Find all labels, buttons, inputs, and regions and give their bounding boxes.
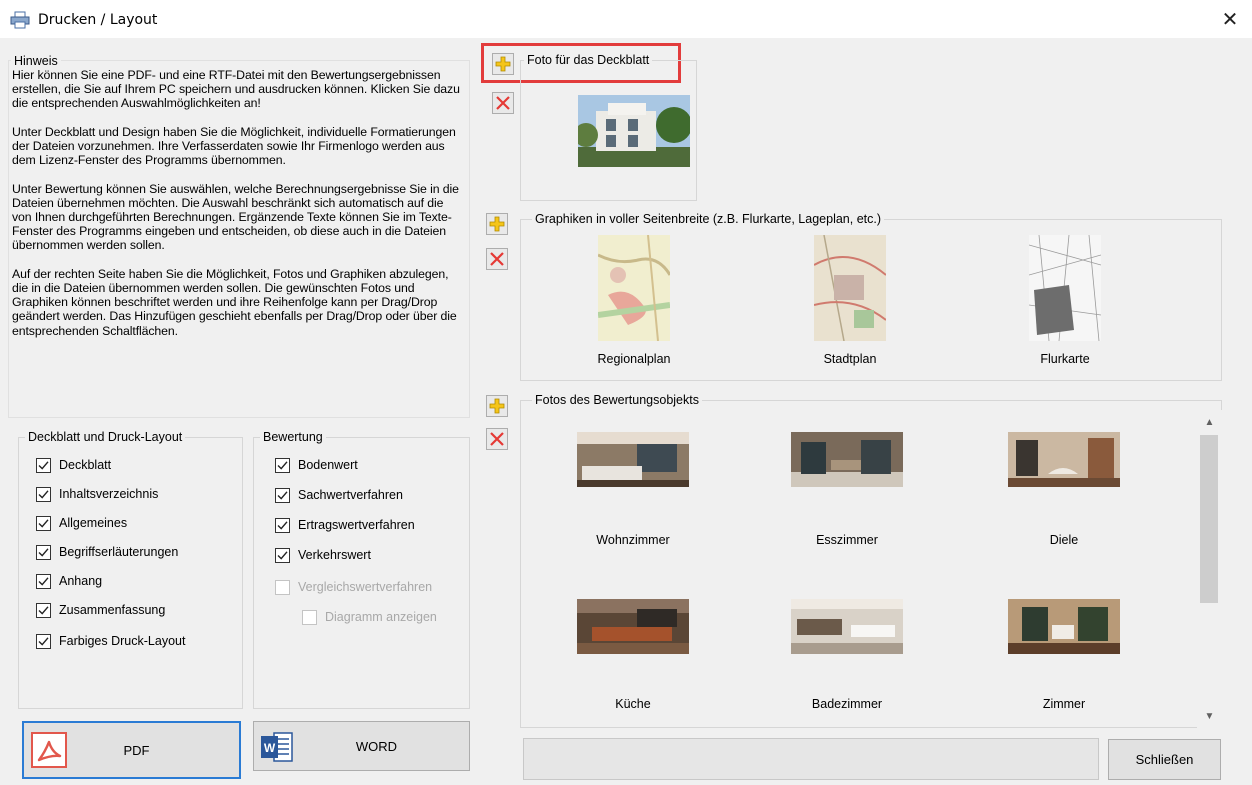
photo-esszimmer-thumbnail[interactable] [791, 432, 903, 487]
cover-photo-thumbnail[interactable] [578, 95, 690, 167]
hint-paragraph-2: Unter Deckblatt und Design haben Sie die… [12, 124, 456, 168]
printer-icon [10, 11, 30, 29]
checkbox-label: Diagramm anzeigen [325, 610, 437, 624]
window-title: Drucken / Layout [38, 12, 158, 28]
checkbox-box[interactable] [36, 602, 51, 618]
delete-icon [490, 252, 504, 266]
delete-icon [496, 96, 510, 110]
add-cover-photo-button[interactable] [492, 53, 514, 75]
checkbox-box[interactable] [36, 515, 51, 531]
checkbox-label: Verkehrswert [298, 548, 371, 562]
regionalplan-thumbnail[interactable] [598, 235, 670, 341]
add-graphic-button[interactable] [486, 213, 508, 235]
graphic-caption-flurkarte[interactable]: Flurkarte [1005, 352, 1125, 366]
remove-graphic-button[interactable] [486, 248, 508, 270]
checkbox-deckblatt[interactable]: Deckblatt [36, 455, 111, 475]
checkbox-box[interactable] [275, 487, 290, 503]
status-field [523, 738, 1099, 780]
checkbox-verkehrswert[interactable]: Verkehrswert [275, 545, 371, 565]
checkbox-ertragswertverfahren[interactable]: Ertragswertverfahren [275, 515, 415, 535]
photo-wohnzimmer-thumbnail[interactable] [577, 432, 689, 487]
checkbox-box[interactable] [36, 633, 51, 649]
delete-icon [490, 432, 504, 446]
checkbox-label: Allgemeines [59, 516, 128, 530]
photo-kueche-thumbnail[interactable] [577, 599, 689, 654]
checkbox-box [275, 579, 290, 595]
close-icon[interactable]: ✕ [1216, 8, 1244, 32]
checkbox-box[interactable] [275, 457, 290, 473]
photo-caption-diele[interactable]: Diele [1004, 533, 1124, 547]
stadtplan-thumbnail[interactable] [814, 235, 886, 341]
hint-label: Hinweis [11, 54, 61, 69]
checkbox-begriffserlaeuterungen[interactable]: Begriffserläuterungen [36, 542, 178, 562]
photo-badezimmer-thumbnail[interactable] [791, 599, 903, 654]
svg-text:W: W [264, 741, 276, 755]
graphic-caption-stadtplan[interactable]: Stadtplan [790, 352, 910, 366]
photo-zimmer-thumbnail[interactable] [1008, 599, 1120, 654]
checkbox-label: Sachwertverfahren [298, 488, 403, 502]
checkbox-sachwertverfahren[interactable]: Sachwertverfahren [275, 485, 403, 505]
close-button[interactable]: Schließen [1108, 739, 1221, 780]
photos-scrollbar[interactable]: ▲ ▼ [1197, 410, 1222, 730]
flurkarte-thumbnail[interactable] [1029, 235, 1101, 341]
pdf-button-label: PDF [123, 742, 150, 758]
checkbox-anhang[interactable]: Anhang [36, 571, 102, 591]
checkbox-inhaltsverzeichnis[interactable]: Inhaltsverzeichnis [36, 484, 158, 504]
checkbox-label: Vergleichswertverfahren [298, 580, 433, 594]
scroll-down-icon[interactable]: ▼ [1197, 706, 1222, 728]
checkbox-label: Farbiges Druck-Layout [59, 634, 186, 648]
hint-text: Hier können Sie eine PDF- und eine RTF-D… [12, 68, 464, 352]
graphic-caption-regionalplan[interactable]: Regionalplan [574, 352, 694, 366]
word-button-label: WORD [355, 738, 398, 754]
checkbox-box[interactable] [275, 517, 290, 533]
checkbox-box[interactable] [36, 573, 51, 589]
scroll-up-icon[interactable]: ▲ [1197, 412, 1222, 434]
photo-caption-kueche[interactable]: Küche [573, 697, 693, 711]
checkbox-label: Zusammenfassung [59, 603, 166, 617]
hint-paragraph-4: Auf der rechten Seite haben Sie die Mögl… [12, 266, 457, 338]
photo-caption-badezimmer[interactable]: Badezimmer [787, 697, 907, 711]
photo-caption-wohnzimmer[interactable]: Wohnzimmer [573, 533, 693, 547]
graphics-group-label: Graphiken in voller Seitenbreite (z.B. F… [532, 212, 885, 227]
checkbox-farbiges-druck-layout[interactable]: Farbiges Druck-Layout [36, 631, 185, 651]
checkbox-label: Anhang [59, 574, 103, 588]
photos-group-label: Fotos des Bewertungsobjekts [532, 393, 702, 408]
checkbox-label: Inhaltsverzeichnis [59, 487, 159, 501]
cover-photo-label: Foto für das Deckblatt [524, 53, 653, 68]
plus-icon [495, 56, 511, 72]
checkbox-box[interactable] [275, 547, 290, 563]
remove-cover-photo-button[interactable] [492, 92, 514, 114]
add-photo-button[interactable] [486, 395, 508, 417]
checkbox-vergleichswertverfahren: Vergleichswertverfahren [275, 577, 432, 597]
valuation-group: Bewertung [253, 430, 470, 709]
photo-caption-zimmer[interactable]: Zimmer [1004, 697, 1124, 711]
photo-diele-thumbnail[interactable] [1008, 432, 1120, 487]
layout-group-label: Deckblatt und Druck-Layout [25, 430, 186, 445]
checkbox-label: Ertragswertverfahren [298, 518, 415, 532]
hint-paragraph-1: Hier können Sie eine PDF- und eine RTF-D… [12, 68, 460, 111]
checkbox-label: Deckblatt [59, 458, 112, 472]
title-bar: Drucken / Layout ✕ [0, 0, 1252, 38]
checkbox-box[interactable] [36, 486, 51, 502]
checkbox-box [302, 609, 317, 625]
plus-icon [489, 398, 505, 414]
checkbox-label: Begriffserläuterungen [59, 545, 179, 559]
checkbox-diagramm-anzeigen: Diagramm anzeigen [302, 607, 437, 627]
checkbox-box[interactable] [36, 457, 51, 473]
checkbox-label: Bodenwert [298, 458, 358, 472]
word-button[interactable]: W WORD [253, 721, 470, 771]
hint-paragraph-3: Unter Bewertung können Sie auswählen, we… [12, 181, 459, 253]
remove-photo-button[interactable] [486, 428, 508, 450]
valuation-group-label: Bewertung [260, 430, 326, 445]
plus-icon [489, 216, 505, 232]
checkbox-allgemeines[interactable]: Allgemeines [36, 513, 127, 533]
checkbox-bodenwert[interactable]: Bodenwert [275, 455, 358, 475]
photo-caption-esszimmer[interactable]: Esszimmer [787, 533, 907, 547]
checkbox-box[interactable] [36, 544, 51, 560]
pdf-button[interactable]: PDF [22, 721, 241, 779]
scrollbar-thumb[interactable] [1200, 435, 1218, 603]
checkbox-zusammenfassung[interactable]: Zusammenfassung [36, 600, 165, 620]
